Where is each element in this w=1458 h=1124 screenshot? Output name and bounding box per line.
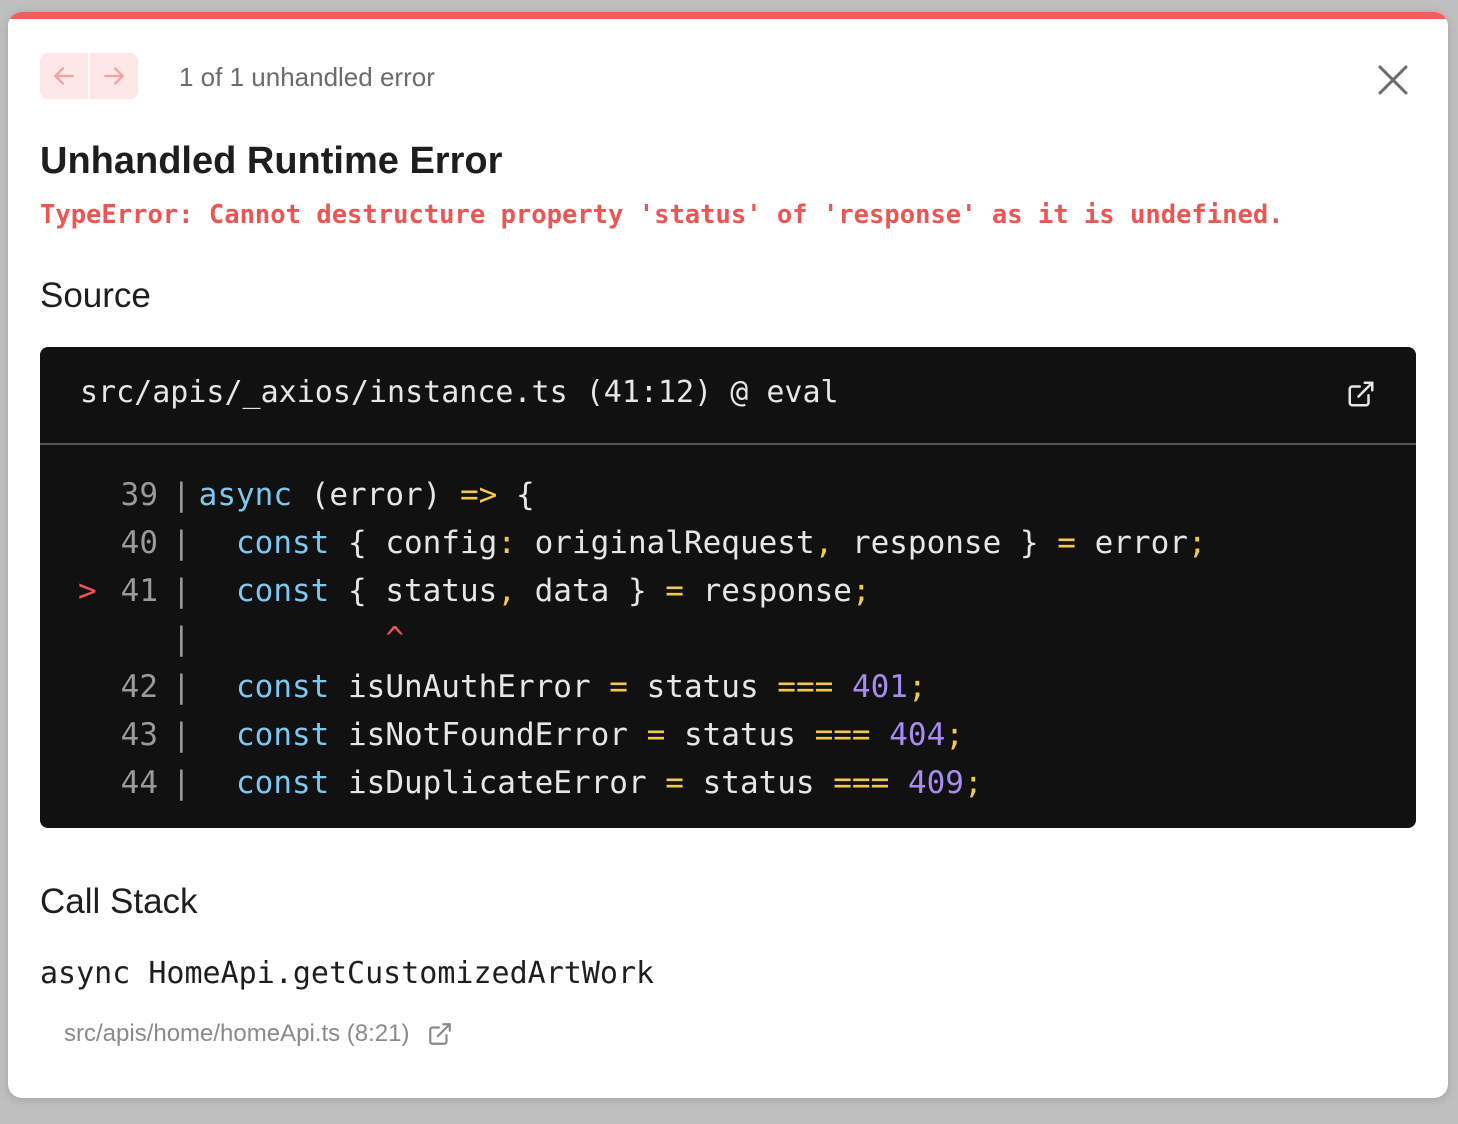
- code-token: status: [683, 765, 834, 801]
- error-caret: ^: [385, 621, 404, 657]
- call-stack-frame-location[interactable]: src/apis/home/homeApi.ts (8:21): [64, 1020, 453, 1048]
- code-token: status: [665, 717, 815, 753]
- code-token: ===: [833, 765, 890, 801]
- code-token: =: [665, 573, 684, 609]
- gutter-separator: |: [172, 477, 191, 513]
- call-stack-frame-function: async HomeApi.getCustomizedArtWork: [40, 956, 655, 991]
- previous-error-button[interactable]: [40, 53, 88, 99]
- code-token: const: [236, 717, 330, 753]
- code-token: isDuplicateError: [329, 765, 666, 801]
- error-title: Unhandled Runtime Error: [40, 140, 503, 182]
- code-token: 404: [889, 717, 946, 753]
- code-token: :: [497, 525, 516, 561]
- call-stack-heading: Call Stack: [40, 882, 198, 921]
- code-token: { status: [329, 573, 498, 609]
- line-number: 39: [120, 477, 158, 513]
- code-token: ;: [907, 669, 927, 705]
- code-token: 401: [851, 669, 908, 705]
- code-token: =: [665, 765, 684, 801]
- code-token: ;: [963, 765, 983, 801]
- code-token: ===: [814, 717, 871, 753]
- code-caret-line: | ^: [40, 615, 1416, 663]
- code-token: =>: [459, 477, 498, 513]
- line-number: 40: [120, 525, 158, 561]
- code-line: 44 | const isDuplicateError = status === …: [40, 759, 1416, 807]
- source-file-link[interactable]: src/apis/_axios/instance.ts (41:12) @ ev…: [80, 375, 839, 410]
- error-counter: 1 of 1 unhandled error: [179, 62, 435, 92]
- code-token: const: [236, 573, 330, 609]
- code-token: ;: [851, 573, 871, 609]
- close-icon[interactable]: [1373, 60, 1413, 100]
- code-token: const: [236, 525, 330, 561]
- gutter-separator: |: [172, 717, 191, 753]
- code-line: 40 | const { config: originalRequest, res…: [40, 519, 1416, 567]
- line-number: 43: [120, 717, 158, 753]
- gutter-separator: |: [172, 621, 191, 657]
- code-line: 39 | async (error) => {: [40, 471, 1416, 519]
- code-token: {: [497, 477, 535, 513]
- source-heading: Source: [40, 276, 151, 315]
- error-message: TypeError: Cannot destructure property '…: [40, 200, 1284, 230]
- gutter-separator: |: [172, 669, 191, 705]
- code-token: ;: [1187, 525, 1207, 561]
- code-token: response: [683, 573, 852, 609]
- code-token: data }: [515, 573, 666, 609]
- code-token: isUnAuthError: [329, 669, 610, 705]
- next-error-button[interactable]: [88, 53, 138, 99]
- code-token: async: [198, 477, 292, 513]
- line-number: 41: [120, 573, 158, 609]
- source-code-lines: 39 | async (error) => {40 | const { config:…: [40, 471, 1416, 807]
- source-code-header: src/apis/_axios/instance.ts (41:12) @ ev…: [40, 347, 1416, 445]
- code-token: response }: [833, 525, 1058, 561]
- code-token: error: [1075, 525, 1188, 561]
- external-link-icon[interactable]: [427, 1021, 453, 1047]
- line-number: 42: [120, 669, 158, 705]
- code-token: { config: [329, 525, 498, 561]
- gutter-separator: |: [172, 573, 191, 609]
- code-token: ,: [497, 573, 516, 609]
- code-token: =: [646, 717, 666, 753]
- error-line-marker: >: [78, 573, 97, 609]
- external-link-icon[interactable]: [1346, 379, 1376, 409]
- gutter-separator: |: [172, 525, 191, 561]
- code-token: =: [609, 669, 628, 705]
- arrow-right-icon: [104, 67, 124, 85]
- gutter-separator: |: [172, 765, 191, 801]
- code-line: 42 | const isUnAuthError = status === 401…: [40, 663, 1416, 711]
- source-code-frame: src/apis/_axios/instance.ts (41:12) @ ev…: [40, 347, 1416, 828]
- code-token: ===: [777, 669, 834, 705]
- code-line: >41 | const { status, data } = response;: [40, 567, 1416, 615]
- code-token: status: [627, 669, 778, 705]
- code-line: 43 | const isNotFoundError = status === 4…: [40, 711, 1416, 759]
- error-navigation: [40, 53, 138, 99]
- code-token: 409: [907, 765, 964, 801]
- code-token: =: [1057, 525, 1076, 561]
- line-number: 44: [120, 765, 158, 801]
- accent-bar: [8, 12, 1448, 19]
- code-token: (error): [292, 477, 460, 513]
- code-token: isNotFoundError: [329, 717, 647, 753]
- code-token: originalRequest: [515, 525, 815, 561]
- code-token: const: [236, 669, 330, 705]
- call-stack-frame-file: src/apis/home/homeApi.ts (8:21): [64, 1020, 410, 1047]
- arrow-left-icon: [54, 67, 74, 85]
- code-token: const: [236, 765, 330, 801]
- error-overlay-dialog: 1 of 1 unhandled error Unhandled Runtime…: [8, 12, 1448, 1098]
- code-token: ,: [814, 525, 834, 561]
- code-token: ;: [945, 717, 964, 753]
